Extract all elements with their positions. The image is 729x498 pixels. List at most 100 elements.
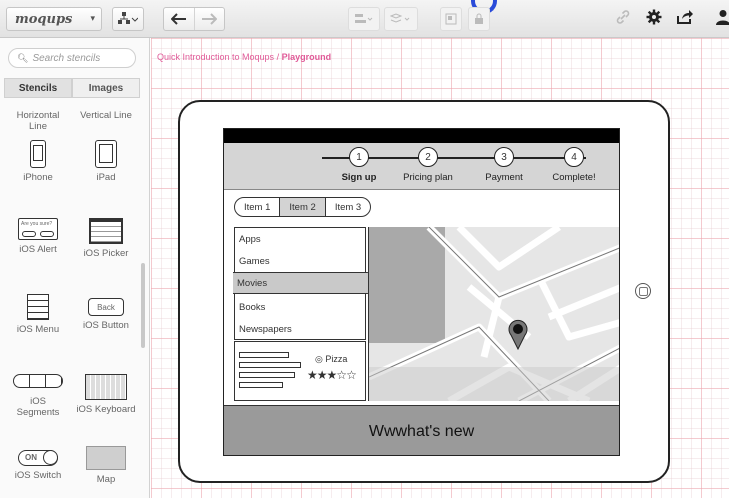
chevron-down-icon: ▾ bbox=[90, 14, 95, 24]
ipad-screen: 1 2 3 4 Sign up Pricing plan Payment Com… bbox=[223, 128, 620, 456]
breadcrumb-separator: / bbox=[274, 52, 282, 62]
group-button[interactable] bbox=[440, 7, 462, 31]
alert-thumb-text: Are you sure? bbox=[21, 221, 53, 227]
stencil-label: Horizontal Line bbox=[16, 110, 60, 132]
stencil-label: iOS Alert bbox=[19, 244, 57, 255]
ipad-home-button bbox=[635, 283, 651, 299]
shapes-icon bbox=[118, 12, 138, 24]
breadcrumb-parent[interactable]: Quick Introduction to Moqups bbox=[157, 52, 274, 62]
wizard-label: Sign up bbox=[341, 172, 377, 183]
lock-button[interactable] bbox=[468, 7, 490, 31]
stencil-ios-button[interactable]: Back iOS Button bbox=[72, 294, 140, 331]
star-empty-icon: ☆ bbox=[346, 368, 357, 382]
ios-button-thumbnail: Back bbox=[88, 298, 124, 316]
segment-item-1[interactable]: Item 1 bbox=[235, 198, 279, 216]
stencil-sidebar: 🔍︎ Search stencils Stencils Images Horiz… bbox=[0, 38, 150, 498]
breadcrumb-current: Playground bbox=[281, 52, 332, 62]
segmented-control: Item 1 Item 2 Item 3 bbox=[234, 197, 372, 217]
placeholder-bar bbox=[239, 352, 289, 358]
pizza-text: Pizza bbox=[325, 354, 348, 364]
wizard-step-1: 1 bbox=[349, 147, 369, 167]
stencil-label: iOS Switch bbox=[14, 470, 62, 481]
breadcrumb: Quick Introduction to Moqups / Playgroun… bbox=[157, 52, 331, 62]
sidebar-tabs: Stencils Images bbox=[4, 78, 140, 98]
user-icon[interactable] bbox=[716, 9, 729, 30]
placeholder-bar bbox=[239, 362, 301, 368]
search-input[interactable]: 🔍︎ Search stencils bbox=[8, 48, 136, 68]
undo-arrow-icon[interactable] bbox=[164, 8, 194, 30]
menu-item-books[interactable]: Books bbox=[235, 296, 365, 318]
shapes-menu-button[interactable] bbox=[112, 7, 144, 31]
search-placeholder: Search stencils bbox=[32, 52, 101, 64]
stencil-ios-switch[interactable]: ON iOS Switch bbox=[4, 446, 72, 481]
ios-segments-thumbnail bbox=[13, 374, 63, 388]
share-icon[interactable] bbox=[676, 9, 694, 30]
stencil-iphone[interactable]: iPhone bbox=[4, 140, 72, 183]
stencil-label: iOS Segments bbox=[16, 396, 60, 418]
menu-item-newspapers[interactable]: Newspapers bbox=[235, 318, 365, 340]
sidebar-scrollbar[interactable] bbox=[141, 263, 145, 348]
align-icon bbox=[355, 14, 373, 23]
stencil-ios-segments[interactable]: iOS Segments bbox=[4, 374, 72, 418]
whats-new-banner[interactable]: Wwwhat's new bbox=[224, 405, 619, 455]
wizard-step-4: 4 bbox=[564, 147, 584, 167]
stencil-label: Vertical Line bbox=[80, 110, 132, 121]
stencil-label: iOS Keyboard bbox=[76, 404, 136, 415]
segment-item-3[interactable]: Item 3 bbox=[324, 198, 370, 216]
stencil-label: iOS Picker bbox=[83, 248, 129, 259]
wizard-step-2: 2 bbox=[418, 147, 438, 167]
wizard-label: Pricing plan bbox=[403, 172, 453, 183]
star-filled-icon: ★ bbox=[307, 368, 318, 382]
gear-icon[interactable] bbox=[646, 9, 662, 30]
map-view[interactable] bbox=[368, 227, 619, 401]
star-filled-icon: ★ bbox=[316, 368, 328, 382]
stencil-label: iPad bbox=[96, 172, 116, 183]
status-bar bbox=[224, 129, 619, 143]
wizard-label: Payment bbox=[485, 172, 523, 183]
align-button[interactable] bbox=[348, 7, 380, 31]
ipad-thumbnail bbox=[95, 140, 117, 168]
stencil-ios-menu[interactable]: iOS Menu bbox=[4, 294, 72, 335]
stencil-ipad[interactable]: iPad bbox=[72, 140, 140, 183]
switch-thumb-text: ON bbox=[25, 453, 37, 462]
search-icon: 🔍︎ bbox=[17, 52, 29, 63]
stencil-vertical-line[interactable]: Vertical Line bbox=[72, 110, 140, 121]
stencil-ios-picker[interactable]: iOS Picker bbox=[72, 218, 140, 259]
layers-icon bbox=[390, 13, 410, 23]
pizza-label: ◎ Pizza bbox=[315, 354, 347, 365]
stencil-label: iOS Menu bbox=[16, 324, 60, 335]
map-thumbnail bbox=[86, 446, 126, 470]
arrange-button[interactable] bbox=[384, 7, 418, 31]
logo-menu-button[interactable]: moqups ▾ bbox=[6, 7, 102, 31]
group-icon bbox=[445, 13, 457, 25]
ios-switch-thumbnail: ON bbox=[18, 450, 58, 466]
placeholder-bar bbox=[239, 372, 295, 378]
star-filled-icon: ★ bbox=[326, 368, 338, 382]
redo-arrow-icon[interactable] bbox=[193, 8, 225, 30]
history-group bbox=[163, 7, 225, 31]
ios-alert-thumbnail: Are you sure? bbox=[18, 218, 58, 240]
top-toolbar: moqups ▾ bbox=[0, 0, 729, 38]
tab-images[interactable]: Images bbox=[72, 78, 140, 98]
detail-panel: ◎ Pizza ★★★☆☆ bbox=[234, 341, 366, 401]
menu-item-movies[interactable]: Movies bbox=[233, 272, 369, 294]
segment-item-2[interactable]: Item 2 bbox=[279, 198, 325, 216]
category-menu: Apps Games Movies Books Newspapers bbox=[233, 227, 369, 340]
iphone-thumbnail bbox=[30, 140, 46, 168]
menu-item-games[interactable]: Games bbox=[235, 250, 365, 272]
ios-keyboard-thumbnail bbox=[85, 374, 127, 400]
menu-item-apps[interactable]: Apps bbox=[235, 228, 365, 250]
link-icon[interactable] bbox=[615, 9, 631, 30]
tab-stencils[interactable]: Stencils bbox=[4, 78, 72, 98]
stencil-label: iOS Button bbox=[83, 320, 129, 331]
stencil-ios-alert[interactable]: Are you sure? iOS Alert bbox=[4, 218, 72, 255]
stencil-horizontal-line[interactable]: Horizontal Line bbox=[4, 110, 72, 132]
star-empty-icon: ☆ bbox=[336, 368, 347, 382]
logo-text: moqups bbox=[15, 11, 73, 27]
wizard-step-3: 3 bbox=[494, 147, 514, 167]
ios-menu-thumbnail bbox=[27, 294, 49, 320]
stencil-map[interactable]: Map bbox=[72, 446, 140, 485]
stencil-ios-keyboard[interactable]: iOS Keyboard bbox=[72, 374, 140, 415]
rating-stars[interactable]: ★★★☆☆ bbox=[307, 368, 357, 382]
stencil-label: Map bbox=[96, 474, 116, 485]
